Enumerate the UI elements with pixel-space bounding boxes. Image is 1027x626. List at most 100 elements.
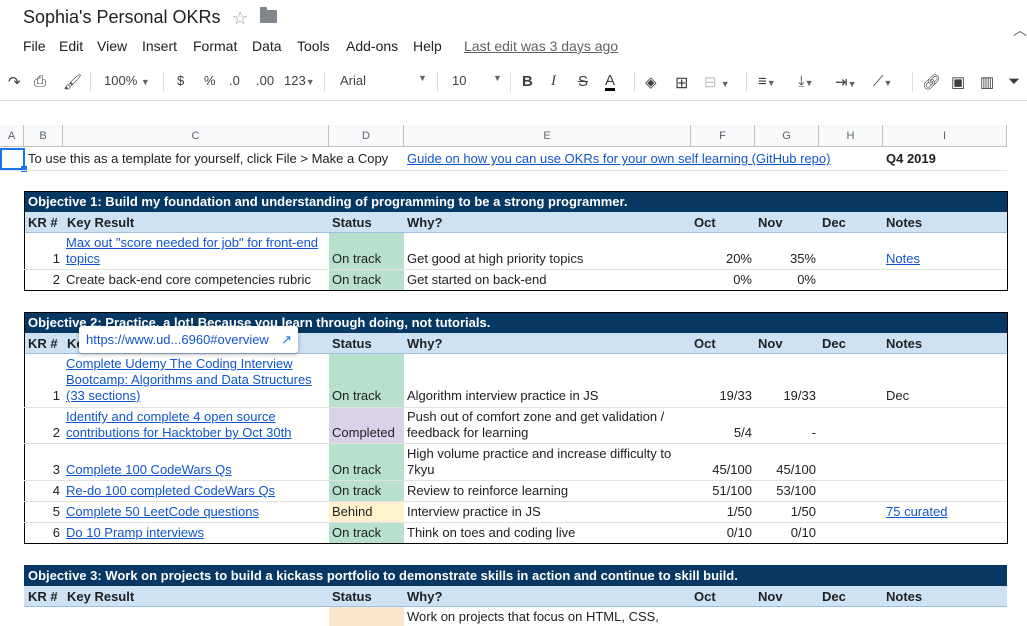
key-result-link[interactable]: contributions for Hacktober by Oct 30th [63,425,329,441]
why-cell[interactable]: Get started on back-end [404,272,691,288]
oct-value[interactable]: 0% [691,272,755,288]
column-header-h[interactable]: H [819,125,883,147]
font-size-select[interactable]: 10 ▼ [452,73,502,88]
key-result-link[interactable]: Identify and complete 4 open source [63,409,329,425]
why-cell[interactable]: High volume practice and increase diffic… [404,446,691,462]
status-cell[interactable] [329,607,404,626]
column-header-c[interactable]: C [63,125,329,147]
oct-value[interactable]: 20% [691,251,755,267]
print-icon[interactable]: ⎙ [34,73,46,90]
star-icon[interactable]: ☆ [232,8,248,29]
key-result-link[interactable]: Do 10 Pramp interviews [63,525,329,541]
oct-value[interactable]: 1/50 [691,504,755,520]
why-cell[interactable]: feedback for learning [404,425,691,441]
currency-button[interactable]: $ [177,73,184,88]
column-header-d[interactable]: D [329,125,404,147]
kr-number[interactable]: 4 [24,483,63,499]
menu-help[interactable]: Help [413,38,442,54]
nov-value[interactable]: 0/10 [755,525,819,541]
key-result-link[interactable]: Complete 50 LeetCode questions [63,504,329,520]
kr-number[interactable]: 1 [24,388,63,404]
insert-link-icon[interactable]: 🔗︎ [922,73,941,91]
status-cell[interactable]: Completed [329,408,404,443]
nov-value[interactable]: 35% [755,251,819,267]
open-external-icon[interactable]: ↗ [281,326,292,353]
folder-icon[interactable] [260,7,277,23]
objective-3-title[interactable]: Objective 3: Work on projects to build a… [24,565,1007,586]
key-result-link[interactable]: Max out "score needed for job" for front… [63,235,329,251]
status-cell[interactable]: Behind [329,502,404,523]
oct-value[interactable]: 45/100 [691,462,755,478]
font-select[interactable]: Arial ▼ [340,73,427,88]
column-header-g[interactable]: G [755,125,819,147]
menu-addons[interactable]: Add-ons [346,38,398,54]
increase-decimal-button[interactable]: .00 [256,73,274,88]
nov-value[interactable]: 1/50 [755,504,819,520]
decrease-decimal-button[interactable]: .0 [229,73,240,88]
vertical-align-icon[interactable]: ⤓▼ [798,73,814,90]
key-result-link[interactable]: Bootcamp: Algorithms and Data Structures [63,372,329,388]
why-cell[interactable]: Work on projects that focus on HTML, CSS… [404,609,691,625]
column-header-i[interactable]: I [883,125,1007,147]
menu-format[interactable]: Format [193,38,237,54]
notes-link[interactable]: 75 curated [883,504,1007,520]
more-formats-select[interactable]: 123▼ [284,73,315,88]
redo-icon[interactable]: ↷ [8,73,21,91]
text-color-button[interactable]: A [605,73,616,91]
text-rotation-icon[interactable]: ⟋▼ [873,73,892,90]
zoom-select[interactable]: 100% ▼ [104,73,150,88]
menu-view[interactable]: View [97,38,127,54]
borders-icon[interactable]: ⊞ [675,73,688,93]
why-cell[interactable]: Push out of comfort zone and get validat… [404,409,691,425]
status-cell[interactable]: On track [329,481,404,502]
menu-insert[interactable]: Insert [142,38,177,54]
fill-color-icon[interactable]: ◈ [645,73,657,91]
kr-number[interactable]: 3 [24,462,63,478]
last-edit-link[interactable]: Last edit was 3 days ago [464,38,618,54]
key-result-text[interactable]: Create back-end core competencies rubric [63,272,329,288]
nov-value[interactable]: - [755,425,819,441]
menu-file[interactable]: File [23,38,46,54]
link-preview-tooltip[interactable]: https://www.ud...6960#overview ↗ [79,326,298,353]
kr-number[interactable]: 2 [24,272,63,288]
key-result-link[interactable]: topics [63,251,329,267]
oct-value[interactable]: 51/100 [691,483,755,499]
why-cell[interactable]: 7kyu [404,462,691,478]
status-cell[interactable]: On track [329,354,404,407]
why-cell[interactable]: Get good at high priority topics [404,251,691,267]
key-result-link[interactable]: Re-do 100 completed CodeWars Qs [63,483,329,499]
status-cell[interactable]: On track [329,233,404,270]
why-cell[interactable]: Algorithm interview practice in JS [404,388,691,404]
column-header-e[interactable]: E [404,125,691,147]
nov-value[interactable]: 19/33 [755,388,819,404]
column-header-b[interactable]: B [24,125,63,147]
status-cell[interactable]: On track [329,444,404,480]
key-result-link[interactable]: Complete 100 CodeWars Qs [63,462,329,478]
key-result-link[interactable]: Complete Udemy The Coding Interview [63,356,329,372]
notes-cell[interactable]: Dec [883,388,1007,404]
menu-tools[interactable]: Tools [297,38,330,54]
insert-chart-icon[interactable]: ▥ [980,73,994,91]
status-cell[interactable]: On track [329,270,404,290]
oct-value[interactable]: 0/10 [691,525,755,541]
merge-cells-icon[interactable]: ⊟ ▼ [704,73,730,91]
text-wrapping-icon[interactable]: ⇥▼ [835,73,857,91]
why-cell[interactable]: Review to reinforce learning [404,483,691,499]
menu-edit[interactable]: Edit [59,38,83,54]
status-cell[interactable]: On track [329,523,404,543]
menu-data[interactable]: Data [252,38,282,54]
column-header-a[interactable]: A [0,125,24,147]
oct-value[interactable]: 5/4 [691,425,755,441]
quarter-label[interactable]: Q4 2019 [883,151,1007,167]
italic-button[interactable]: I [551,73,556,90]
percent-button[interactable]: % [204,73,216,88]
bold-button[interactable]: B [522,73,533,90]
kr-number[interactable]: 5 [24,504,63,520]
insert-comment-icon[interactable]: ▣ [951,73,965,91]
link-preview-url[interactable]: https://www.ud...6960#overview [86,332,269,347]
document-title[interactable]: Sophia's Personal OKRs [23,7,221,28]
strikethrough-button[interactable]: S [578,73,588,90]
why-cell[interactable]: Interview practice in JS [404,504,691,520]
paint-format-icon[interactable]: 🖌︎ [63,73,82,91]
kr-number[interactable]: 2 [24,425,63,441]
